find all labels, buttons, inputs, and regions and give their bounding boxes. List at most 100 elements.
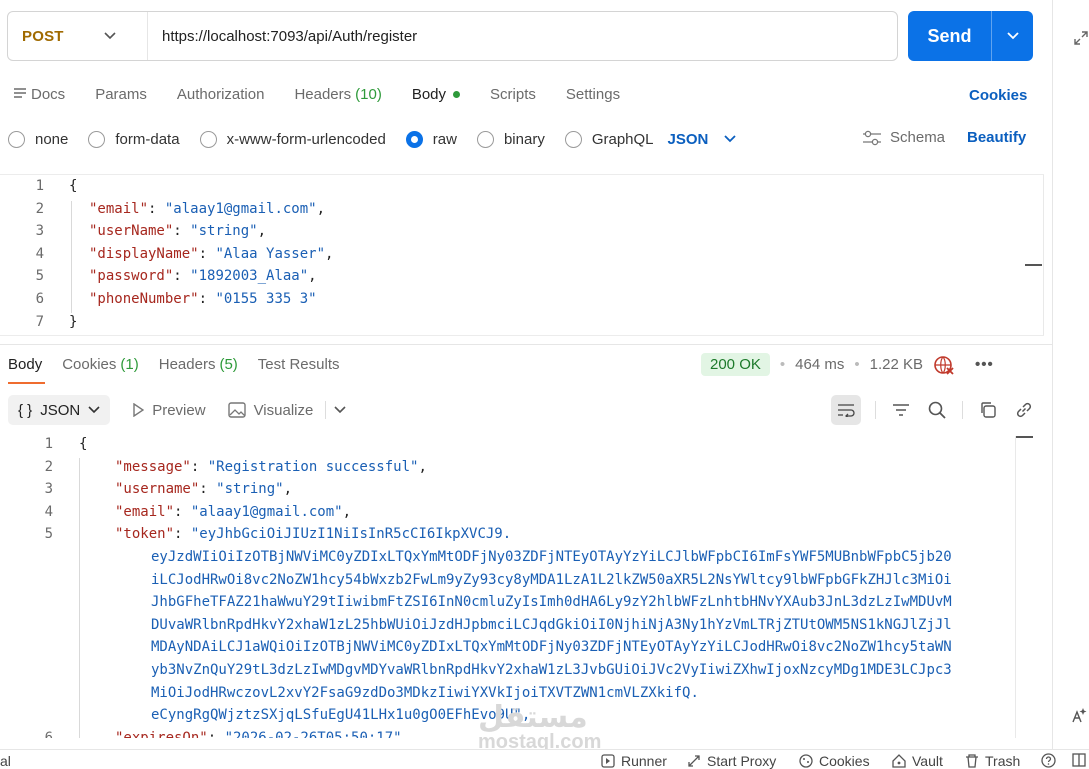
code-line: "username": "string", bbox=[115, 481, 292, 497]
cookies-link[interactable]: Cookies bbox=[969, 87, 1027, 104]
chevron-down-icon bbox=[724, 135, 737, 143]
json-colon: : bbox=[174, 526, 191, 543]
status-code-badge[interactable]: 200 OK bbox=[701, 353, 770, 376]
beautify-button[interactable]: Beautify bbox=[967, 129, 1026, 146]
code-line: "expiresOn": "2026-02-26T05:50:17" bbox=[115, 730, 402, 738]
resp-tab-cookies[interactable]: Cookies (1) bbox=[62, 356, 139, 373]
code-line: eyJzdWIiOiIzOTBjNWViMC0yZDIxLTQxYmMtODFj… bbox=[151, 549, 952, 565]
schema-button[interactable]: Schema bbox=[862, 129, 945, 146]
radio-label: raw bbox=[432, 130, 457, 148]
response-body-viewer[interactable]: 1 {2 "message": "Registration successful",… bbox=[0, 436, 1034, 738]
line-number: 2 bbox=[44, 458, 53, 475]
tab-authorization[interactable]: Authorization bbox=[177, 86, 265, 103]
send-options-dropdown[interactable] bbox=[992, 11, 1033, 61]
tab-label: Authorization bbox=[176, 85, 265, 103]
code-line: "displayName": "Alaa Yasser", bbox=[89, 246, 333, 262]
resp-tab-headers[interactable]: Headers (5) bbox=[159, 356, 238, 373]
footer-help[interactable] bbox=[1041, 753, 1056, 768]
json-key: "email" bbox=[89, 200, 149, 217]
json-value: "eyJhbGciOiJIUzI1NiIsInR5cCI6IkpXVCJ9. bbox=[190, 526, 512, 543]
tab-label: Scripts bbox=[490, 85, 536, 103]
code-line: { bbox=[69, 178, 78, 194]
body-indicator-dot bbox=[453, 90, 461, 98]
code-line: "password": "1892003_Alaa", bbox=[89, 268, 317, 284]
preview-button[interactable]: Preview bbox=[132, 402, 206, 419]
json-colon: : bbox=[190, 458, 208, 475]
url-input[interactable]: https://localhost:7093/api/Auth/register bbox=[148, 28, 417, 45]
resp-tab-body[interactable]: Body bbox=[8, 356, 42, 373]
request-body-editor[interactable]: 1 {2 "email": "alaay1@gmail.com", 3 "userNam… bbox=[0, 174, 1044, 336]
json-value: "string" bbox=[216, 481, 284, 498]
visualize-button[interactable]: Visualize bbox=[227, 402, 313, 419]
radio-circle bbox=[564, 130, 582, 148]
network-globe-icon[interactable] bbox=[933, 355, 955, 375]
chevron-down-icon bbox=[88, 406, 100, 414]
wrap-lines-button[interactable] bbox=[831, 395, 861, 425]
footer-left-text: al bbox=[0, 753, 11, 769]
footer-cookies[interactable]: Cookies bbox=[799, 753, 870, 769]
tab-headers[interactable]: Headers (10) bbox=[294, 86, 381, 103]
tab-label: Cookies bbox=[62, 356, 117, 373]
json-value: "Alaa Yasser" bbox=[215, 245, 326, 262]
radio-x-www-form-urlencoded[interactable]: x-www-form-urlencoded bbox=[199, 130, 386, 148]
send-button[interactable]: Send bbox=[908, 11, 992, 61]
footer-start-proxy[interactable]: Start Proxy bbox=[687, 753, 776, 769]
radio-none[interactable]: none bbox=[8, 130, 68, 148]
image-icon bbox=[227, 402, 246, 418]
tab-body[interactable]: Body bbox=[412, 86, 461, 103]
more-options-button[interactable]: ••• bbox=[975, 356, 994, 373]
json-value: "0155 335 3" bbox=[215, 291, 317, 307]
json-key: "email" bbox=[115, 503, 175, 520]
response-time[interactable]: 464 ms bbox=[795, 356, 844, 373]
json-key: "message" bbox=[115, 458, 191, 475]
editor-scrollbar[interactable] bbox=[1043, 175, 1044, 335]
line-number: 5 bbox=[44, 526, 53, 543]
indent-guide bbox=[79, 458, 80, 738]
radio-form-data[interactable]: form-data bbox=[88, 130, 180, 148]
vault-icon bbox=[892, 754, 906, 768]
layout-icon bbox=[1072, 753, 1086, 767]
translate-icon[interactable] bbox=[1071, 706, 1089, 724]
response-format-select[interactable]: { } JSON bbox=[8, 395, 111, 425]
tab-params[interactable]: Params bbox=[95, 86, 147, 103]
expand-icon[interactable] bbox=[1073, 30, 1089, 46]
radio-graphql[interactable]: GraphQL bbox=[564, 130, 654, 148]
braces-icon: { } bbox=[18, 401, 33, 419]
footer-label: Cookies bbox=[819, 753, 870, 769]
tab-count: (5) bbox=[219, 356, 238, 373]
tab-label: Settings bbox=[565, 85, 621, 103]
runner-icon bbox=[601, 754, 615, 768]
json-value: "Registration successful" bbox=[207, 458, 419, 475]
radio-circle bbox=[476, 130, 494, 148]
search-button[interactable] bbox=[926, 399, 948, 421]
footer-trash[interactable]: Trash bbox=[965, 753, 1020, 769]
method-select[interactable]: POST bbox=[8, 12, 148, 60]
separator-dot: • bbox=[779, 356, 786, 373]
viewer-scrollbar[interactable] bbox=[1015, 436, 1016, 738]
chevron-down-icon[interactable] bbox=[334, 406, 346, 414]
radio-raw[interactable]: raw bbox=[405, 130, 457, 148]
footer-vault[interactable]: Vault bbox=[892, 753, 943, 769]
json-key: "userName" bbox=[89, 223, 174, 240]
docs-icon bbox=[14, 88, 26, 98]
footer-runner[interactable]: Runner bbox=[601, 753, 667, 769]
radio-circle bbox=[88, 130, 106, 148]
resp-tab-test-results[interactable]: Test Results bbox=[258, 356, 340, 373]
json-colon: : bbox=[173, 223, 191, 240]
code-line: } bbox=[69, 313, 78, 330]
copy-button[interactable] bbox=[977, 399, 999, 421]
tab-docs[interactable]: Docs bbox=[13, 86, 65, 103]
filter-button[interactable] bbox=[890, 399, 912, 421]
radio-binary[interactable]: binary bbox=[476, 130, 545, 148]
link-button[interactable] bbox=[1013, 399, 1035, 421]
method-label: POST bbox=[22, 27, 64, 45]
body-format-select[interactable]: JSON bbox=[668, 131, 737, 148]
tab-scripts[interactable]: Scripts bbox=[490, 86, 536, 103]
pane-divider[interactable] bbox=[0, 344, 1052, 345]
response-size[interactable]: 1.22 KB bbox=[870, 356, 923, 373]
filter-icon bbox=[893, 404, 909, 416]
footer-layout[interactable] bbox=[1072, 753, 1086, 767]
trash-icon bbox=[966, 754, 978, 768]
response-actions bbox=[831, 395, 1035, 425]
tab-settings[interactable]: Settings bbox=[566, 86, 620, 103]
